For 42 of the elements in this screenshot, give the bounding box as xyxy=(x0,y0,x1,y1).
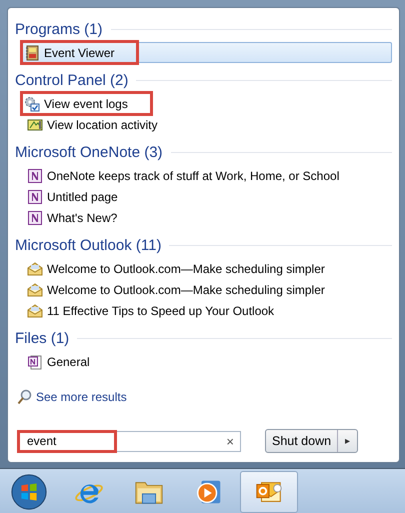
document-icon xyxy=(27,354,43,370)
envelope-icon xyxy=(27,302,43,318)
result-item[interactable]: Untitled page xyxy=(22,186,392,207)
result-label: 11 Effective Tips to Speed up Your Outlook xyxy=(47,304,274,318)
clear-button[interactable]: × xyxy=(220,434,240,448)
result-item[interactable]: View event logs xyxy=(22,93,392,114)
result-label: View location activity xyxy=(47,118,158,132)
result-label: Welcome to Outlook.com—Make scheduling simpler xyxy=(47,262,325,276)
gear-icon xyxy=(24,96,40,112)
result-label: Untitled page xyxy=(47,190,118,204)
result-label: OneNote keeps track of stuff at Work, Home, or School xyxy=(47,168,340,182)
result-label: What's New? xyxy=(47,210,118,224)
result-item[interactable]: Welcome to Outlook.com—Make scheduling simpler xyxy=(22,258,392,279)
result-label: Event Viewer xyxy=(44,46,114,60)
envelope-icon xyxy=(27,260,43,276)
group-heading: Microsoft Outlook (11) xyxy=(15,237,162,254)
see-more-link[interactable]: See more results xyxy=(36,390,127,404)
envelope-icon xyxy=(27,282,43,298)
shut-down-button[interactable]: Shut down xyxy=(266,430,338,452)
result-item[interactable]: 11 Effective Tips to Speed up Your Outlook xyxy=(22,300,392,321)
group-heading: Files (1) xyxy=(15,330,70,347)
group-heading: Control Panel (2) xyxy=(15,72,128,89)
result-label: General xyxy=(47,354,90,368)
search-icon xyxy=(17,389,32,405)
result-item[interactable]: Event Viewer xyxy=(22,42,392,63)
search-field[interactable]: event × xyxy=(17,430,241,452)
note-icon xyxy=(27,168,43,184)
note-icon xyxy=(27,188,43,204)
result-label: View event logs xyxy=(44,96,128,110)
result-item[interactable]: OneNote keeps track of stuff at Work, Home, or School xyxy=(22,165,392,186)
result-item[interactable]: Welcome to Outlook.com—Make scheduling simpler xyxy=(22,279,392,300)
group-heading: Microsoft OneNote (3) xyxy=(15,144,163,161)
result-item[interactable]: View location activity xyxy=(22,114,392,135)
taskbar-button[interactable] xyxy=(240,470,298,512)
result-label: Welcome to Outlook.com—Make scheduling simpler xyxy=(47,282,325,296)
options-arrow-button[interactable]: ▸ xyxy=(337,430,358,452)
result-item[interactable]: What's New? xyxy=(22,207,392,228)
log-book-icon xyxy=(24,44,40,60)
group-heading: Programs (1) xyxy=(15,21,103,38)
note-icon xyxy=(27,210,43,226)
start-orb-icon[interactable] xyxy=(10,472,48,510)
result-item[interactable]: General xyxy=(22,351,392,372)
